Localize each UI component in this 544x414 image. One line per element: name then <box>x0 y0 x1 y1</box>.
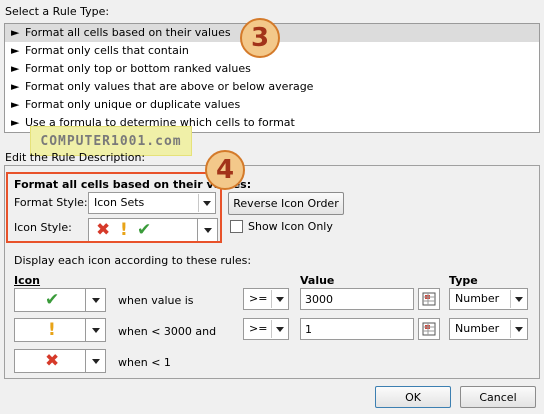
callout-badge-4: 4 <box>205 150 245 190</box>
rule2-type-dropdown[interactable]: Number <box>449 318 528 340</box>
arrow-icon: ► <box>11 44 20 57</box>
rule1-icon-dropdown[interactable]: ✔ <box>14 288 106 312</box>
x-icon: ✖ <box>45 351 60 371</box>
arrow-icon: ► <box>11 80 20 93</box>
range-select-icon[interactable] <box>418 288 440 310</box>
rule2-type: Number <box>455 322 500 335</box>
check-icon: ✔ <box>45 290 60 310</box>
rule-item-unique-duplicate[interactable]: ► Format only unique or duplicate values <box>5 96 539 114</box>
ok-button[interactable]: OK <box>375 386 451 408</box>
rule-item-label: Format all cells based on their values <box>25 26 231 39</box>
chevron-down-icon[interactable] <box>85 350 105 372</box>
rule2-condition: when < 3000 and <box>118 325 217 338</box>
exclamation-icon: ! <box>48 320 56 340</box>
icon-column-header: Icon <box>14 274 41 287</box>
show-icon-only-checkbox[interactable] <box>230 220 243 233</box>
rule2-operator: >= <box>249 322 268 335</box>
display-rules-label: Display each icon according to these rul… <box>14 254 252 267</box>
rule-item-label: Format only values that are above or bel… <box>25 80 314 93</box>
rule-type-heading: Select a Rule Type: <box>5 5 110 18</box>
arrow-icon: ► <box>11 98 20 111</box>
rule1-type: Number <box>455 292 500 305</box>
rule-item-label: Format only top or bottom ranked values <box>25 62 251 75</box>
rule2-value: 1 <box>305 323 312 336</box>
rule-item-label: Format only cells that contain <box>25 44 189 57</box>
type-column-header: Type <box>449 274 478 287</box>
rule-item-above-below-average[interactable]: ► Format only values that are above or be… <box>5 78 539 96</box>
chevron-down-icon[interactable] <box>510 290 526 308</box>
arrow-icon: ► <box>11 26 20 39</box>
rule2-operator-dropdown[interactable]: >= <box>243 318 289 340</box>
highlight-box <box>6 172 222 243</box>
chevron-down-icon[interactable] <box>85 289 105 311</box>
value-column-header: Value <box>300 274 335 287</box>
range-select-icon[interactable] <box>418 318 440 340</box>
chevron-down-icon[interactable] <box>271 320 287 338</box>
rule1-operator-dropdown[interactable]: >= <box>243 288 289 310</box>
chevron-down-icon[interactable] <box>271 290 287 308</box>
cancel-button[interactable]: Cancel <box>460 386 536 408</box>
show-icon-only-label: Show Icon Only <box>248 220 333 233</box>
rule1-value: 3000 <box>305 293 333 306</box>
rule1-value-input[interactable]: 3000 <box>300 288 414 310</box>
rule1-operator: >= <box>249 292 268 305</box>
chevron-down-icon[interactable] <box>510 320 526 338</box>
rule1-type-dropdown[interactable]: Number <box>449 288 528 310</box>
rule2-value-input[interactable]: 1 <box>300 318 414 340</box>
rule-item-top-bottom[interactable]: ► Format only top or bottom ranked values <box>5 60 539 78</box>
rule3-icon-dropdown[interactable]: ✖ <box>14 349 106 373</box>
rule-item-label: Format only unique or duplicate values <box>25 98 241 111</box>
arrow-icon: ► <box>11 116 20 129</box>
rule3-condition: when < 1 <box>118 356 171 369</box>
reverse-icon-order-button[interactable]: Reverse Icon Order <box>228 192 344 215</box>
chevron-down-icon[interactable] <box>85 319 105 341</box>
arrow-icon: ► <box>11 62 20 75</box>
callout-badge-3: 3 <box>240 18 280 58</box>
rule1-condition: when value is <box>118 294 194 307</box>
rule2-icon-dropdown[interactable]: ! <box>14 318 106 342</box>
description-heading: Edit the Rule Description: <box>5 151 146 164</box>
